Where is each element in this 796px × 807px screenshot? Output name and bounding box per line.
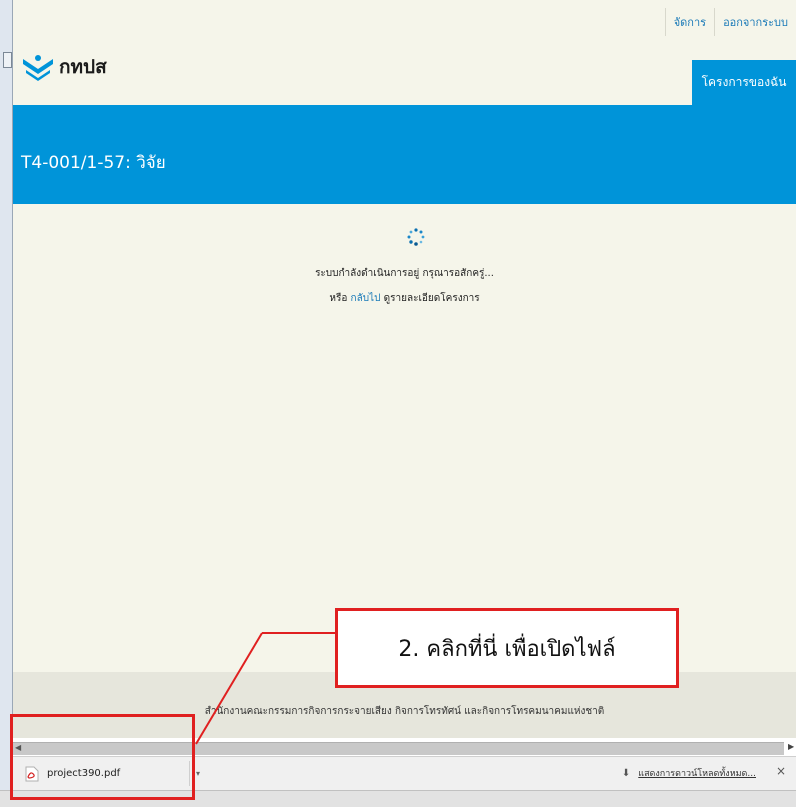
annotation-callout: 2. คลิกที่นี่ เพื่อเปิดไฟล์: [335, 608, 679, 688]
annotation-callout-text: 2. คลิกที่นี่ เพื่อเปิดไฟล์: [398, 636, 616, 662]
show-all-downloads-link[interactable]: ⬇ แสดงการดาวน์โหลดทั้งหมด...: [622, 766, 756, 780]
show-all-downloads-label: แสดงการดาวน์โหลดทั้งหมด...: [638, 769, 756, 779]
loading-message: ระบบกำลังดำเนินการอยู่ กรุณารอสักครู่...: [315, 268, 494, 279]
back-line: หรือ กลับไป ดูรายละเอียดโครงการ: [13, 291, 796, 306]
top-links: จัดการ ออกจากระบบ: [664, 8, 796, 36]
logout-link[interactable]: ออกจากระบบ: [714, 8, 796, 36]
scroll-right-icon[interactable]: ▶: [788, 742, 794, 751]
loading-spinner-icon: [407, 228, 425, 246]
annotation-highlight-box: [10, 714, 195, 800]
close-download-bar-icon[interactable]: ×: [776, 764, 786, 778]
back-suffix: ดูรายละเอียดโครงการ: [383, 293, 480, 304]
window-edge-tab: [3, 52, 12, 68]
logo-chevron-icon: [23, 55, 53, 81]
top-bar: จัดการ ออกจากระบบ: [13, 0, 796, 44]
manage-link[interactable]: จัดการ: [664, 8, 714, 36]
site-logo[interactable]: กทปส: [21, 52, 107, 82]
project-header-band: T4-001/1-57: วิจัย: [13, 105, 796, 204]
back-link[interactable]: กลับไป: [351, 293, 381, 304]
browser-left-edge: [0, 0, 13, 806]
or-text: หรือ: [329, 293, 348, 304]
download-arrow-icon: ⬇: [621, 767, 631, 779]
my-projects-button[interactable]: โครงการของฉัน: [692, 60, 796, 105]
logo-text: กทปส: [59, 56, 107, 78]
project-title: T4-001/1-57: วิจัย: [21, 153, 166, 173]
